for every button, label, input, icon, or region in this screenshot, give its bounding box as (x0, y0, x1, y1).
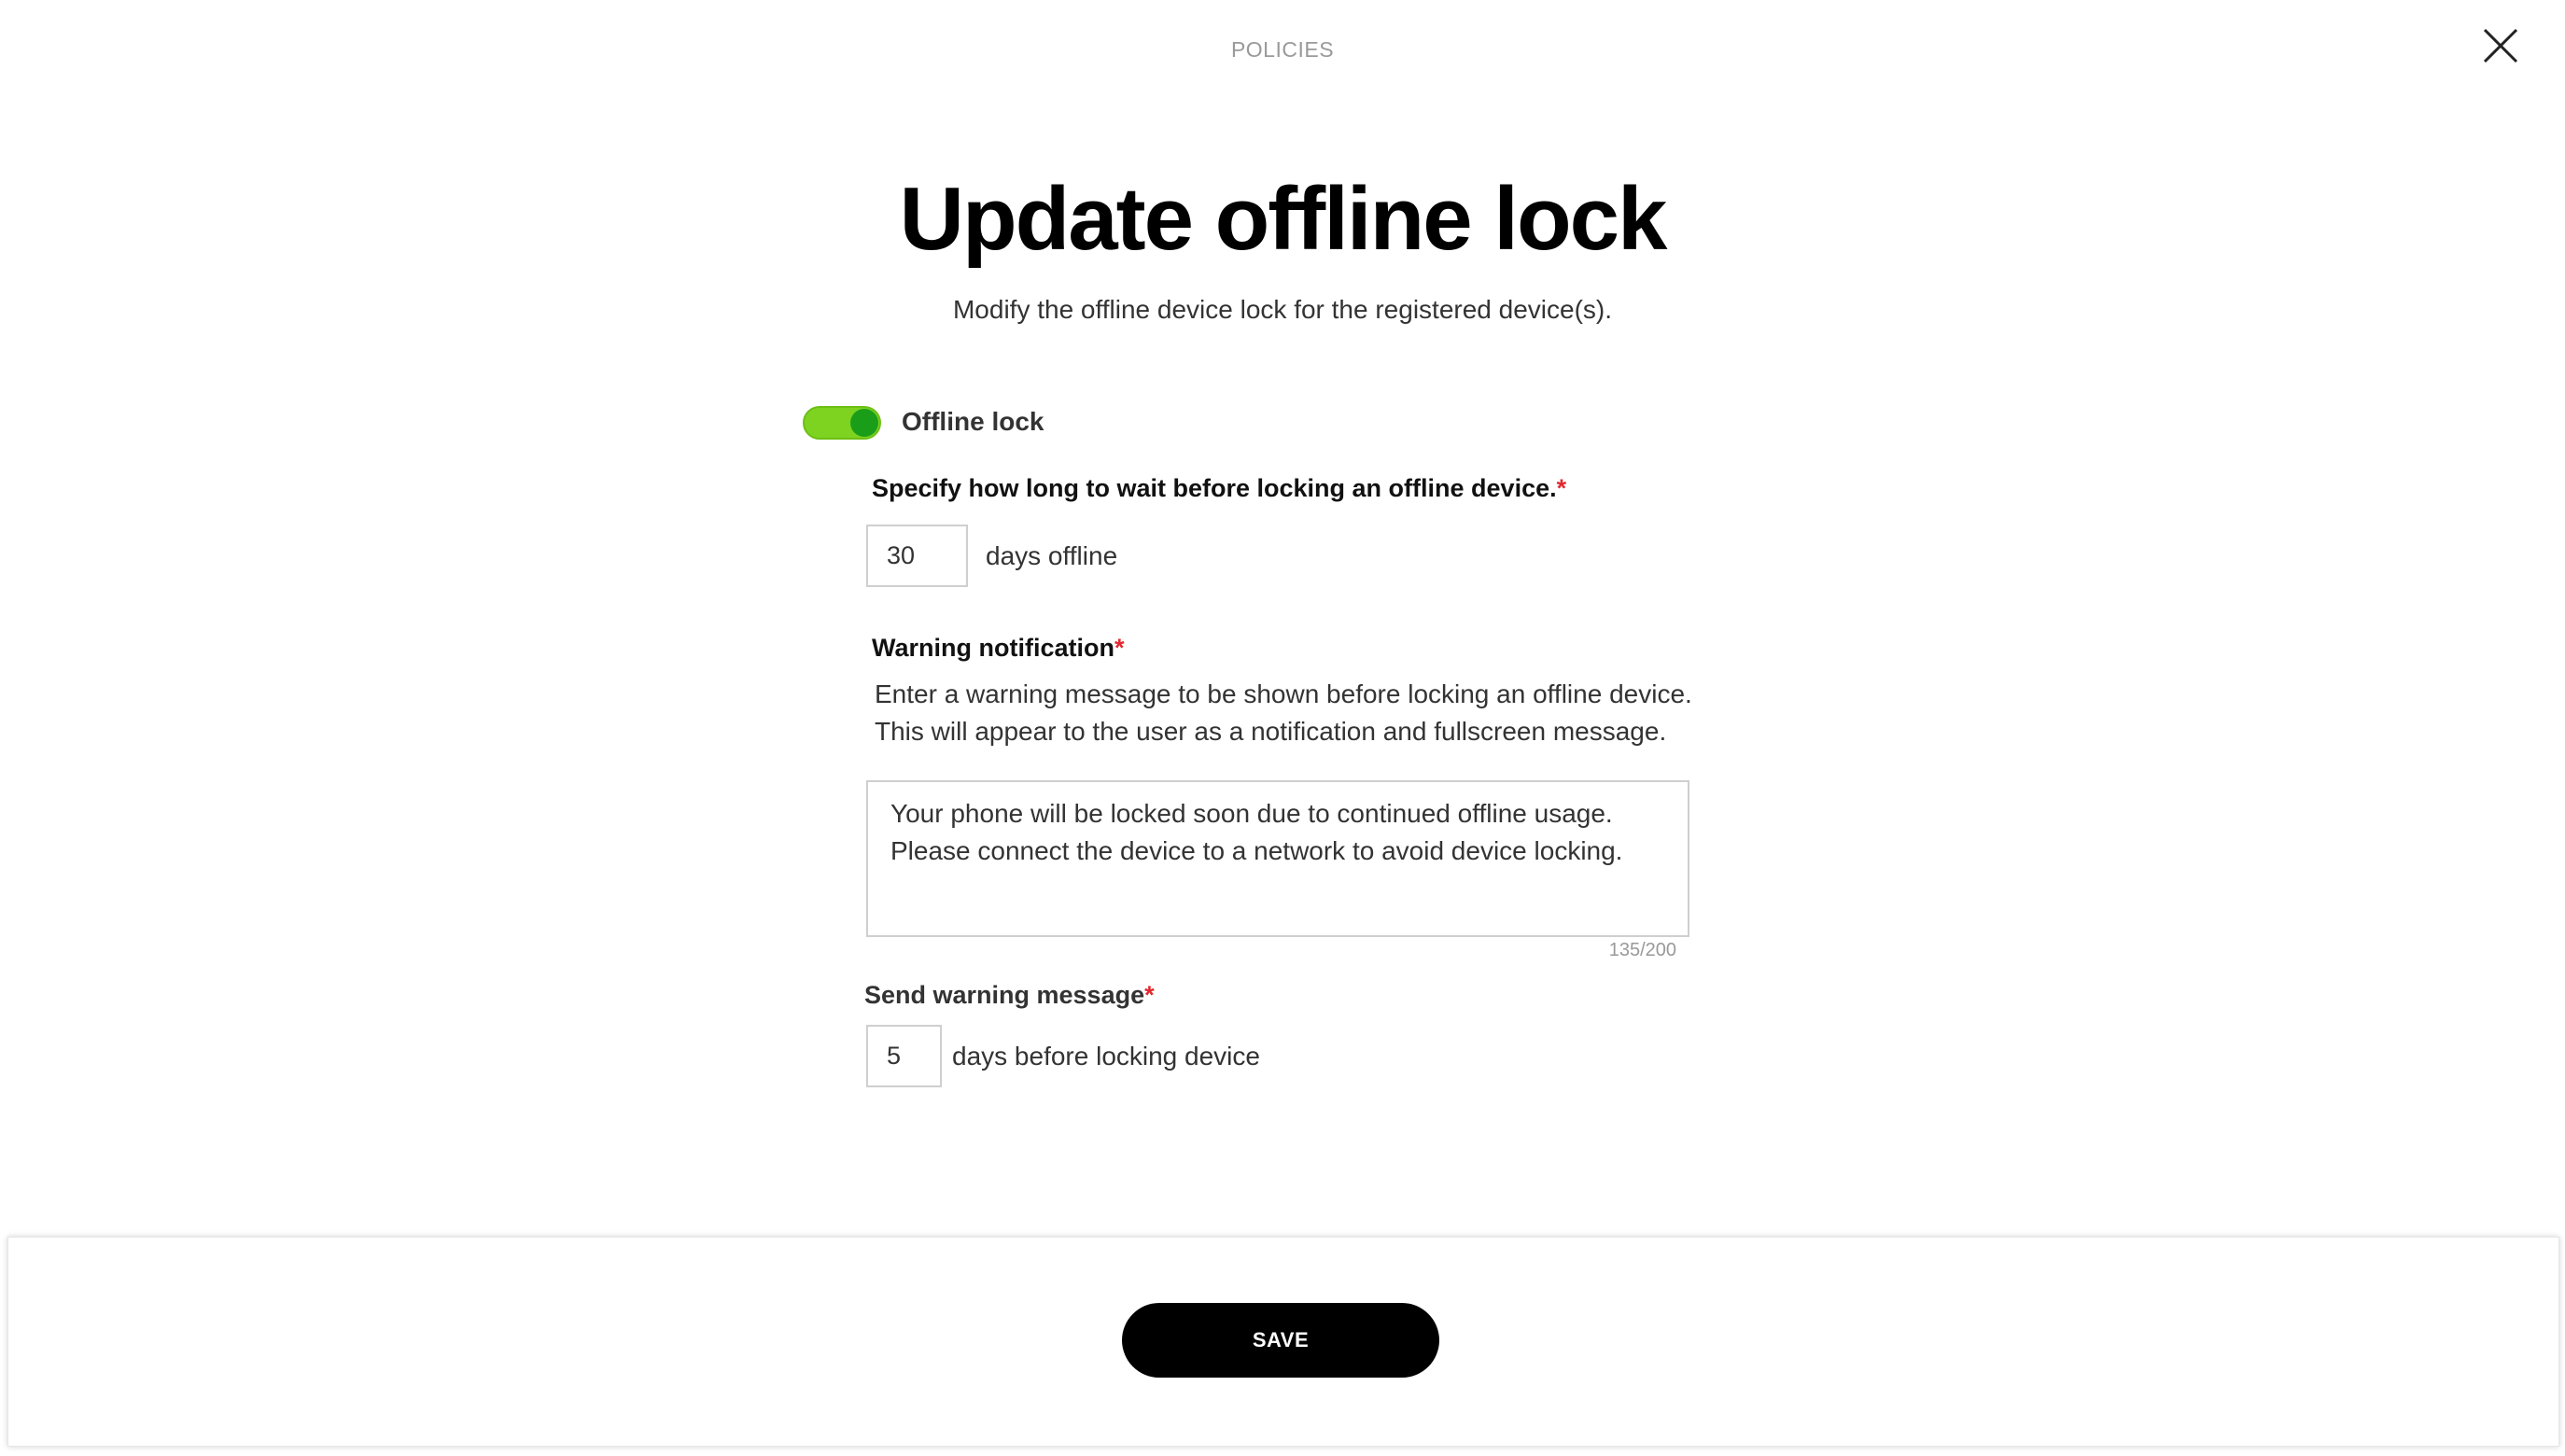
required-mark: * (1114, 634, 1125, 662)
section-label: POLICIES (1230, 37, 1335, 62)
required-mark: * (1556, 474, 1567, 502)
wait-period-label-text: Specify how long to wait before locking … (872, 474, 1557, 502)
warning-message-textarea[interactable] (866, 780, 1689, 937)
offline-lock-dialog: POLICIES Update offline lock Modify the … (0, 0, 2565, 1456)
save-button[interactable]: SAVE (1122, 1303, 1439, 1378)
character-counter: 135/200 (1608, 940, 1676, 960)
warning-days-input[interactable] (866, 1025, 942, 1087)
warning-notification-label: Warning notification* (872, 634, 1124, 663)
warning-days-unit: days before locking device (952, 1042, 1260, 1071)
days-offline-unit: days offline (986, 541, 1118, 570)
warning-notification-label-text: Warning notification (872, 634, 1114, 662)
page-subtitle: Modify the offline device lock for the r… (952, 295, 1613, 324)
toggle-knob (850, 409, 878, 437)
offline-lock-label: Offline lock (902, 407, 1044, 436)
close-button[interactable] (2481, 26, 2520, 65)
send-warning-label-text: Send warning message (864, 981, 1145, 1009)
send-warning-label: Send warning message* (864, 981, 1155, 1010)
offline-lock-toggle[interactable] (803, 406, 881, 440)
warning-help-line-2: This will appear to the user as a notifi… (875, 717, 1667, 746)
required-mark: * (1144, 981, 1155, 1009)
warning-help-text: Enter a warning message to be shown befo… (875, 676, 1692, 750)
wait-period-label: Specify how long to wait before locking … (872, 474, 1566, 503)
warning-help-line-1: Enter a warning message to be shown befo… (875, 679, 1692, 708)
days-offline-input[interactable] (866, 525, 968, 587)
page-title: Update offline lock (899, 169, 1668, 269)
close-icon (2483, 28, 2518, 63)
